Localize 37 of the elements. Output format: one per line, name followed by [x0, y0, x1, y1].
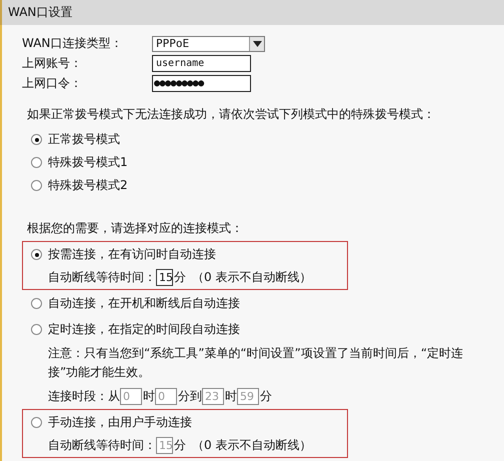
panel-title: WAN口设置 [8, 4, 72, 21]
radio-label[interactable]: 特殊拨号模式1 [48, 154, 128, 171]
radio-button[interactable] [31, 298, 42, 309]
unit-label: 分 [174, 269, 186, 286]
radio-button[interactable] [31, 134, 42, 145]
hint-text: （0 表示不自动断线） [192, 269, 312, 286]
field-label: 自动断线等待时间： [48, 437, 156, 454]
radio-button[interactable] [31, 417, 42, 428]
radio-label[interactable]: 特殊拨号模式2 [48, 177, 128, 194]
radio-label[interactable]: 按需连接，在有访问时自动连接 [48, 246, 216, 263]
connection-type-dropdown[interactable]: PPPoE [152, 36, 265, 52]
password-field[interactable]: ●●●●●●●●● [152, 75, 251, 92]
field-label: 连接时段：从 [48, 388, 120, 405]
unit-label: 分 [260, 388, 272, 405]
radio-button[interactable] [31, 249, 42, 260]
unit-label: 分到 [178, 388, 202, 405]
field-label: 自动断线等待时间： [48, 269, 156, 286]
dial-mode-prompt: 如果正常拨号模式下无法连接成功，请依次尝试下列模式中的特殊拨号模式： [27, 106, 436, 123]
radio-button[interactable] [31, 180, 42, 191]
radio-label[interactable]: 定时连接，在指定的时间段自动连接 [48, 321, 240, 338]
caret-icon[interactable] [249, 36, 264, 50]
account-field[interactable]: username [152, 55, 251, 72]
connection-mode-prompt: 根据您的需要，请选择对应的连接模式： [27, 220, 244, 237]
field-label: 上网账号： [22, 55, 83, 72]
hint-text: （0 表示不自动断线） [192, 437, 312, 454]
unit-label: 时 [225, 388, 237, 405]
radio-label[interactable]: 自动连接，在开机和断线后自动连接 [48, 295, 240, 312]
unit-label: 时 [143, 388, 155, 405]
radio-button[interactable] [31, 324, 42, 335]
note-text: 注意：只有当您到“系统工具”菜单的“时间设置”项设置了当前时间后，“定时连接”功能才能生效。 [47, 345, 464, 381]
unit-label: 分 [174, 437, 186, 454]
radio-label[interactable]: 手动连接，由用户手动连接 [48, 414, 192, 431]
field-label: 上网口令： [22, 75, 83, 92]
radio-label[interactable]: 正常拨号模式 [48, 131, 120, 148]
minutes-field[interactable]: 15 [156, 269, 173, 286]
field-label: WAN口连接类型： [22, 35, 124, 52]
radio-button[interactable] [31, 157, 42, 168]
